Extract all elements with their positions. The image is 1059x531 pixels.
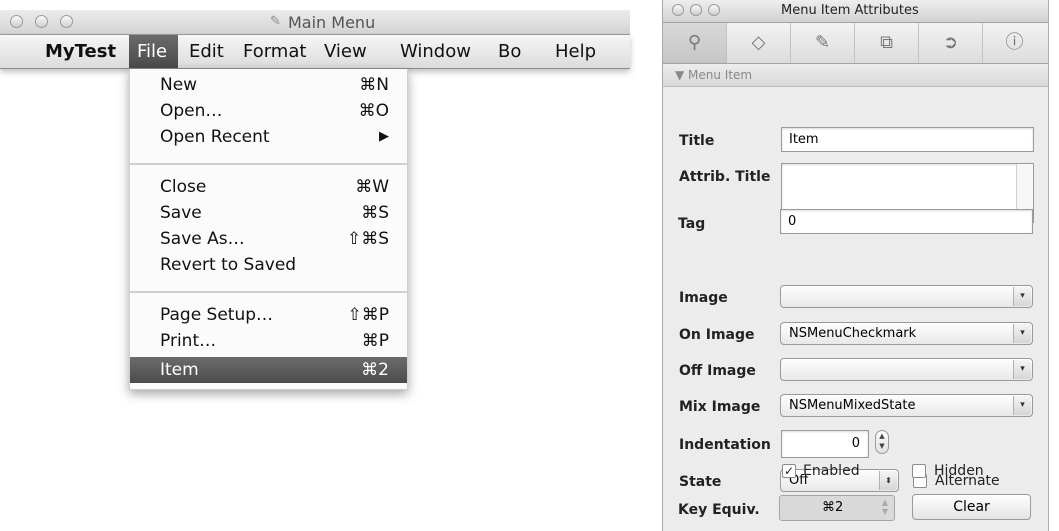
menubar: MyTest File Edit Format View Window Bo H… xyxy=(0,35,630,69)
effects-icon[interactable]: ◇ xyxy=(727,23,791,63)
info-icon[interactable]: ⓘ xyxy=(983,23,1046,63)
zoom-window-button[interactable] xyxy=(60,15,73,28)
off-image-popup[interactable]: ▾ xyxy=(780,358,1033,381)
alternate-checkbox[interactable] xyxy=(913,474,927,488)
menu-item-open[interactable]: Open… ⌘O xyxy=(130,98,407,124)
attributes-panel: Title Item Attrib. Title Tag Image ▾ On … xyxy=(663,87,1048,531)
menu-item-save-as[interactable]: Save As… ⇧⌘S xyxy=(130,226,407,252)
alternate-label: Alternate xyxy=(935,473,1000,489)
menu-item-item[interactable]: Item ⌘2 xyxy=(130,357,407,383)
connections-icon[interactable]: ➲ xyxy=(919,23,983,63)
menu-file[interactable]: File xyxy=(129,35,178,68)
document-proxy-icon: ✎ xyxy=(270,14,281,29)
section-title: Menu Item xyxy=(688,68,753,82)
off-image-label: Off Image xyxy=(679,363,756,379)
menu-bo[interactable]: Bo xyxy=(490,35,529,68)
title-field[interactable]: Item xyxy=(781,127,1034,152)
indentation-label: Indentation xyxy=(679,437,771,453)
tag-field[interactable]: 0 xyxy=(780,209,1033,234)
close-window-button[interactable] xyxy=(10,15,23,28)
close-window-button[interactable] xyxy=(672,4,684,16)
mix-image-popup[interactable]: NSMenuMixedState ▾ xyxy=(780,394,1033,417)
main-menu-titlebar: ✎ Main Menu xyxy=(0,10,630,35)
menu-edit[interactable]: Edit xyxy=(181,35,232,68)
state-label: State xyxy=(679,474,722,490)
state-popup[interactable]: Off ⬍ xyxy=(780,469,899,492)
inspector-window: Menu Item Attributes ⚲ ◇ ✎ ⧉ ➲ ⓘ ▼ Menu … xyxy=(662,0,1049,531)
submenu-arrow-icon: ▶ xyxy=(379,129,389,144)
disclosure-triangle-icon: ▼ xyxy=(675,68,689,82)
image-label: Image xyxy=(679,290,728,306)
menu-help[interactable]: Help xyxy=(547,35,604,68)
chevron-down-icon: ▾ xyxy=(1013,360,1031,379)
title-label: Title xyxy=(679,133,715,149)
chevron-down-icon: ▾ xyxy=(1013,287,1031,306)
file-menu-dropdown: New ⌘N Open… ⌘O Open Recent ▶ Close ⌘W S… xyxy=(129,69,408,390)
minimize-window-button[interactable] xyxy=(690,4,702,16)
inspector-title: Menu Item Attributes xyxy=(781,3,919,18)
menu-format[interactable]: Format xyxy=(235,35,314,68)
menu-item-new[interactable]: New ⌘N xyxy=(130,72,407,98)
attributes-icon[interactable]: ⚲ xyxy=(663,23,727,63)
menu-item-print[interactable]: Print… ⌘P xyxy=(130,328,407,354)
menu-item-close[interactable]: Close ⌘W xyxy=(130,174,407,200)
chevron-down-icon: ▾ xyxy=(1013,324,1031,343)
inspector-titlebar: Menu Item Attributes xyxy=(663,0,1048,23)
chevron-down-icon: ▾ xyxy=(1013,396,1031,415)
on-image-label: On Image xyxy=(679,327,755,343)
menu-separator xyxy=(130,163,407,165)
up-down-arrows-icon: ⬍ xyxy=(879,471,897,490)
menu-view[interactable]: View xyxy=(316,35,375,68)
menu-separator xyxy=(130,291,407,293)
indentation-field[interactable]: 0 xyxy=(781,430,869,458)
menu-item-revert-to-saved[interactable]: Revert to Saved xyxy=(130,252,407,278)
inspector-tabbar: ⚲ ◇ ✎ ⧉ ➲ ⓘ xyxy=(663,23,1048,64)
menu-item-open-recent[interactable]: Open Recent ▶ xyxy=(130,124,407,150)
menu-item-save[interactable]: Save ⌘S xyxy=(130,200,407,226)
on-image-popup[interactable]: NSMenuCheckmark ▾ xyxy=(780,322,1033,345)
zoom-window-button[interactable] xyxy=(708,4,720,16)
attrib-title-label: Attrib. Title xyxy=(679,169,771,185)
menu-window[interactable]: Window xyxy=(392,35,479,68)
mix-image-label: Mix Image xyxy=(679,399,761,415)
section-header[interactable]: ▼ Menu Item xyxy=(663,64,1048,87)
window-title: Main Menu xyxy=(288,13,376,32)
menu-item-page-setup[interactable]: Page Setup… ⇧⌘P xyxy=(130,302,407,328)
size-ruler-icon[interactable]: ✎ xyxy=(791,23,855,63)
image-popup[interactable]: ▾ xyxy=(780,285,1033,308)
menu-mytest[interactable]: MyTest xyxy=(37,35,124,68)
minimize-window-button[interactable] xyxy=(35,15,48,28)
bindings-icon[interactable]: ⧉ xyxy=(855,23,919,63)
indentation-stepper[interactable]: ▲ ▼ xyxy=(875,430,889,454)
